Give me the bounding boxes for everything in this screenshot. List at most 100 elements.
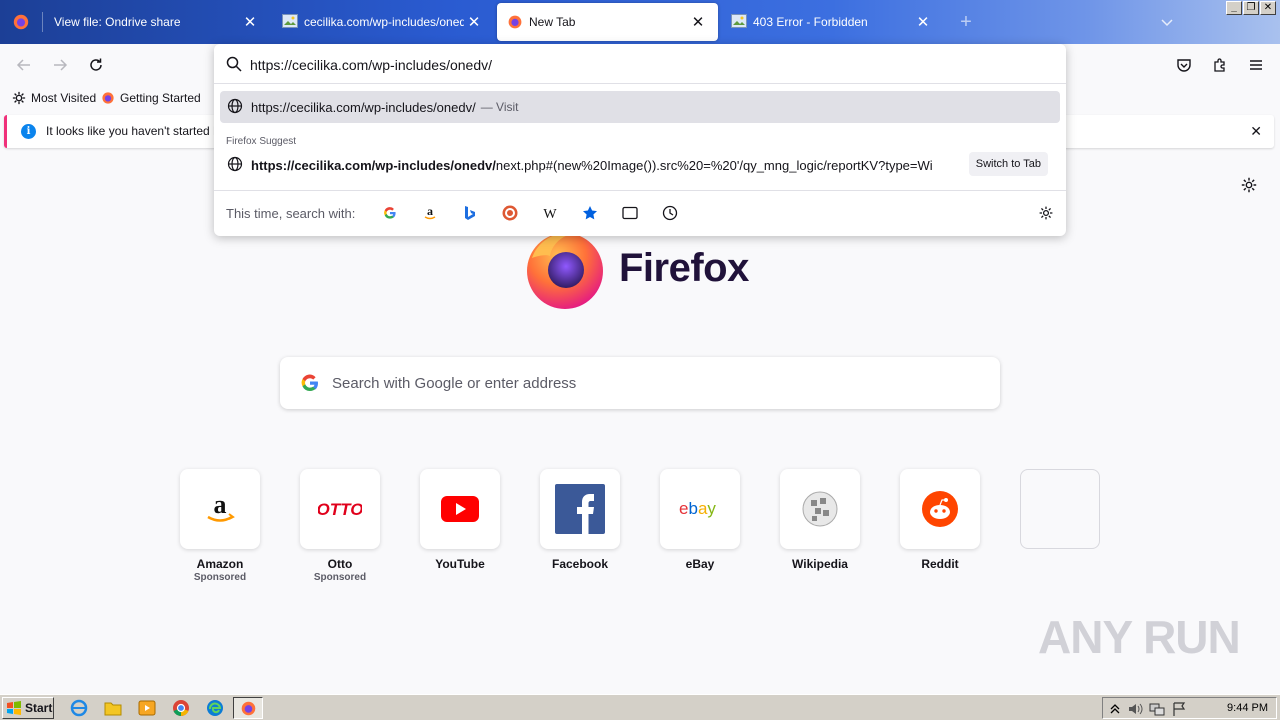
firefox-logo-icon — [524, 228, 606, 310]
pocket-icon[interactable] — [1173, 54, 1195, 76]
window-controls: _ ❐ ✕ — [1226, 1, 1276, 15]
search-settings-gear-icon[interactable] — [1036, 203, 1056, 223]
svg-text:a: a — [427, 205, 433, 218]
volume-icon[interactable] — [1127, 701, 1143, 717]
google-icon[interactable] — [380, 203, 400, 223]
otto-icon: OTTO — [300, 469, 380, 549]
file-explorer-icon[interactable] — [104, 699, 122, 717]
reload-icon[interactable] — [85, 54, 107, 76]
top-site-facebook[interactable]: Facebook — [540, 469, 620, 571]
windows-logo-icon — [7, 701, 21, 715]
firefox-wordmark: Firefox — [619, 246, 749, 290]
bing-icon[interactable] — [460, 203, 480, 223]
url-result-visit[interactable]: https://cecilika.com/wp-includes/onedv/ … — [220, 91, 1060, 123]
watermark-text: ANY RUN — [1038, 611, 1241, 663]
history-clock-icon[interactable] — [660, 203, 680, 223]
switch-to-tab-button[interactable]: Switch to Tab — [968, 152, 1048, 176]
tab-title: View file: Ondrive share — [54, 15, 181, 29]
clock-time: 9:44 PM — [1227, 702, 1268, 714]
google-icon — [300, 373, 320, 396]
sponsored-label: Sponsored — [313, 572, 367, 583]
restore-icon[interactable]: ❐ — [1243, 1, 1259, 15]
tab-view-file[interactable]: View file: Ondrive share ✕ — [44, 3, 270, 41]
new-tab-button[interactable]: + — [955, 10, 977, 34]
firefox-suggest-heading: Firefox Suggest — [226, 136, 297, 147]
reddit-icon — [900, 469, 980, 549]
start-label: Start — [25, 701, 53, 715]
content-search-input[interactable] — [332, 372, 972, 394]
close-icon[interactable]: ✕ — [1250, 123, 1262, 140]
action-center-flag-icon[interactable] — [1171, 701, 1187, 717]
wikipedia-icon[interactable]: W — [540, 203, 560, 223]
bookmark-most-visited[interactable]: Most Visited — [12, 91, 96, 105]
internet-explorer-icon[interactable] — [70, 699, 88, 717]
suggestion-url-host: https://cecilika.com/wp-includes/onedv/ — [251, 157, 496, 173]
globe-icon — [227, 98, 243, 117]
windows-taskbar: Start 9:44 PM — [0, 694, 1280, 720]
top-site-reddit[interactable]: Reddit — [900, 469, 980, 571]
top-site-label: Amazon — [196, 557, 244, 571]
url-input-row — [214, 44, 1066, 84]
top-site-empty[interactable] — [1020, 469, 1100, 549]
close-window-icon[interactable]: ✕ — [1260, 1, 1276, 15]
content-search-box[interactable] — [280, 357, 1000, 409]
amazon-icon[interactable]: a — [420, 203, 440, 223]
bookmark-getting-started[interactable]: Getting Started — [101, 91, 201, 105]
chevron-down-icon[interactable] — [1157, 12, 1177, 32]
firefox-favicon-icon — [507, 14, 523, 30]
tabs-icon[interactable] — [620, 203, 640, 223]
image-favicon-icon — [731, 14, 747, 30]
media-player-icon[interactable] — [138, 699, 156, 717]
sponsored-label: Sponsored — [193, 572, 247, 583]
facebook-icon — [540, 469, 620, 549]
firefox-menu-icon[interactable] — [0, 0, 42, 44]
top-site-label: Otto — [327, 557, 353, 571]
result-url: https://cecilika.com/wp-includes/onedv/ — [251, 99, 476, 115]
url-bar-dropdown: https://cecilika.com/wp-includes/onedv/ … — [214, 44, 1066, 236]
top-site-wikipedia[interactable]: Wikipedia — [780, 469, 860, 571]
top-site-label: YouTube — [435, 557, 485, 571]
suggestion-url-path: next.php#(new%20Image()).src%20=%20'/qy_… — [495, 157, 933, 173]
tab-cecilika[interactable]: cecilika.com/wp-includes/onedv/next.php … — [272, 3, 494, 41]
url-input[interactable] — [250, 54, 1030, 76]
edge-icon[interactable] — [206, 699, 224, 717]
customize-gear-icon[interactable] — [1240, 176, 1258, 197]
search-with-label: This time, search with: — [226, 206, 356, 221]
chevron-up-icon[interactable] — [1107, 701, 1123, 717]
tab-title: cecilika.com/wp-includes/onedv/next.php — [304, 15, 464, 29]
svg-text:a: a — [214, 493, 227, 519]
one-off-search-row: This time, search with: a W — [214, 190, 1066, 234]
tab-403-error[interactable]: 403 Error - Forbidden ✕ — [721, 3, 943, 41]
top-site-label: Facebook — [551, 557, 608, 571]
top-site-amazon[interactable]: a Amazon Sponsored — [180, 469, 260, 583]
forward-arrow-icon[interactable] — [49, 54, 71, 76]
top-site-ebay[interactable]: ebay eBay — [660, 469, 740, 571]
taskbar-firefox-button[interactable] — [233, 697, 263, 719]
tab-close-icon[interactable]: ✕ — [240, 13, 260, 31]
tab-close-icon[interactable]: ✕ — [913, 13, 933, 31]
empty-tile — [1020, 469, 1100, 549]
start-button[interactable]: Start — [2, 697, 54, 719]
suggestion-url: https://cecilika.com/wp-includes/onedv/n… — [251, 158, 963, 173]
tab-new-tab[interactable]: New Tab ✕ — [497, 3, 718, 41]
back-arrow-icon[interactable] — [13, 54, 35, 76]
bookmark-label: Getting Started — [120, 91, 201, 105]
duckduckgo-icon[interactable] — [500, 203, 520, 223]
url-result-switch-tab[interactable]: https://cecilika.com/wp-includes/onedv/n… — [220, 149, 1060, 181]
tab-title: 403 Error - Forbidden — [753, 15, 868, 29]
extensions-icon[interactable] — [1209, 54, 1231, 76]
globe-icon — [227, 156, 243, 175]
tab-close-icon[interactable]: ✕ — [464, 13, 484, 31]
top-site-label: Reddit — [921, 557, 959, 571]
top-site-otto[interactable]: OTTO Otto Sponsored — [300, 469, 380, 583]
minimize-icon[interactable]: _ — [1226, 1, 1242, 15]
bookmarks-star-icon[interactable] — [580, 203, 600, 223]
network-icon[interactable] — [1149, 701, 1165, 717]
chrome-icon[interactable] — [172, 699, 190, 717]
hamburger-menu-icon[interactable] — [1245, 54, 1267, 76]
svg-text:OTTO: OTTO — [318, 500, 362, 519]
top-site-youtube[interactable]: YouTube — [420, 469, 500, 571]
tab-title: New Tab — [529, 15, 576, 29]
tab-close-icon[interactable]: ✕ — [688, 13, 708, 31]
bookmark-label: Most Visited — [31, 91, 97, 105]
